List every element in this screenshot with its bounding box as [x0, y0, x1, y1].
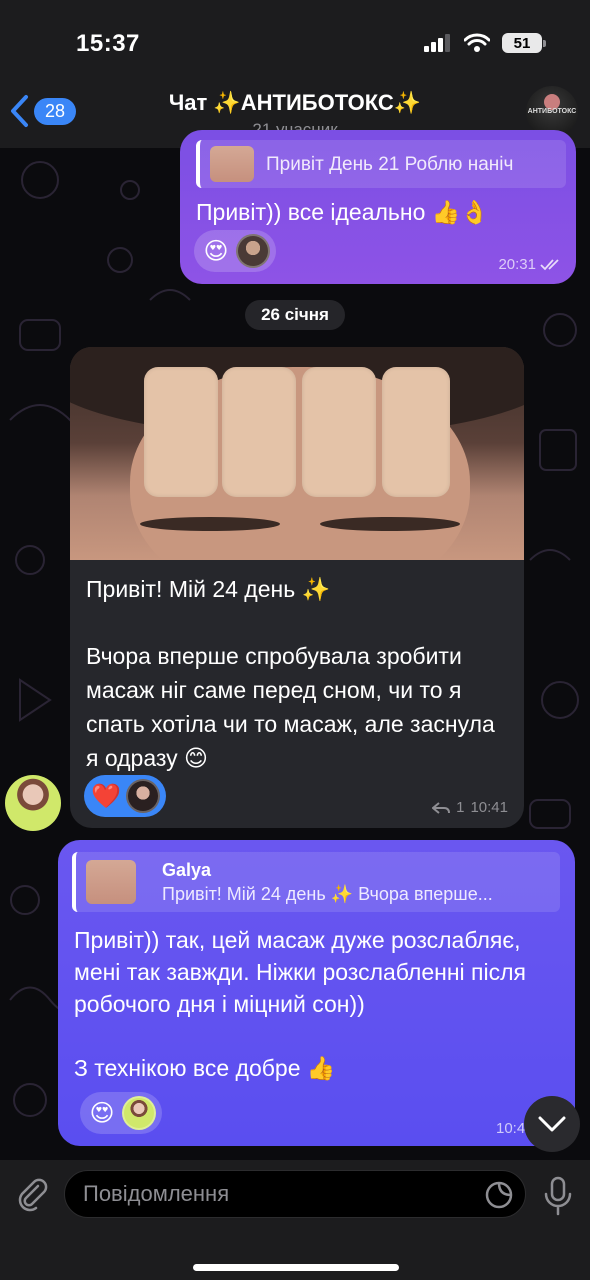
photo-patch — [382, 367, 450, 497]
status-bar: 15:37 51 — [0, 0, 590, 90]
photo-eyebrow — [320, 517, 460, 531]
status-time: 15:37 — [76, 30, 140, 57]
message-text-line1: Привіт! Мій 24 день ✨ — [86, 576, 331, 602]
date-separator: 26 січня — [245, 300, 345, 330]
paperclip-icon[interactable] — [14, 1176, 50, 1212]
reactor-avatar — [126, 779, 160, 813]
message-text: Привіт)) все ідеально 👍👌 — [196, 199, 490, 225]
reaction-emoji: 😍 — [203, 237, 229, 265]
reply-count[interactable]: 1 — [456, 799, 464, 816]
message-input[interactable] — [64, 1170, 526, 1218]
reply-quote-text: Привіт! Мій 24 день ✨ Вчора вперше... — [162, 884, 493, 904]
message-text-line2: З технікою все добре 👍 — [74, 1055, 336, 1081]
reaction-chip[interactable]: 😍 — [194, 230, 276, 272]
reply-thumbnail — [86, 860, 136, 904]
status-icons: 51 — [424, 33, 546, 53]
scroll-down-button[interactable] — [524, 1096, 580, 1152]
reaction-emoji: ❤️ — [91, 782, 121, 810]
reaction-chip[interactable]: ❤️ — [84, 775, 166, 817]
battery-indicator: 51 — [502, 33, 546, 53]
reactor-avatar — [122, 1096, 156, 1130]
signal-icon — [424, 34, 450, 52]
sender-avatar[interactable] — [5, 775, 61, 831]
double-check-icon — [540, 258, 559, 270]
message-meta: 20:31 — [498, 256, 562, 273]
reaction-chip[interactable]: 😍 — [80, 1092, 162, 1134]
home-indicator — [193, 1264, 399, 1271]
reply-quote-text: Привіт День 21 Роблю наніч — [266, 154, 514, 175]
reply-arrow-icon — [432, 801, 451, 814]
message-meta: 1 10:41 — [432, 799, 508, 816]
chevron-down-icon — [538, 1116, 566, 1132]
reply-author: Galya — [162, 860, 212, 880]
photo-patch — [144, 367, 218, 497]
reaction-emoji: 😍 — [89, 1099, 115, 1127]
message-time: 10:4 — [496, 1120, 526, 1137]
reactor-avatar — [236, 234, 270, 268]
photo-patch — [302, 367, 376, 497]
message-text-body: Вчора вперше спробувала зробити масаж ні… — [86, 643, 495, 771]
wifi-icon — [464, 33, 490, 52]
chat-title[interactable]: Чат ✨АНТИБОТОКС✨ — [0, 90, 590, 116]
incoming-message[interactable]: Привіт! Мій 24 день ✨ Вчора вперше спроб… — [70, 347, 524, 828]
outgoing-message[interactable]: Galya Привіт! Мій 24 день ✨ Вчора вперше… — [58, 840, 575, 1146]
message-text: Привіт)) так, цей масаж дуже розслабляє,… — [74, 927, 526, 1017]
outgoing-message[interactable]: Привіт День 21 Роблю наніч Привіт)) все … — [180, 130, 576, 284]
reply-quote[interactable]: Привіт День 21 Роблю наніч — [196, 140, 566, 188]
message-time: 20:31 — [498, 256, 536, 273]
photo-eyebrow — [140, 517, 280, 531]
photo-patch — [222, 367, 296, 497]
microphone-icon[interactable] — [540, 1176, 576, 1216]
avatar-logo-text: АНТИБОТОКС — [527, 108, 577, 115]
message-time: 10:41 — [470, 799, 508, 816]
composer-bar — [0, 1160, 590, 1280]
reply-thumbnail — [210, 146, 254, 182]
reply-quote[interactable]: Galya Привіт! Мій 24 день ✨ Вчора вперше… — [72, 852, 560, 912]
message-photo[interactable] — [70, 347, 524, 560]
sticker-icon[interactable] — [484, 1180, 514, 1210]
